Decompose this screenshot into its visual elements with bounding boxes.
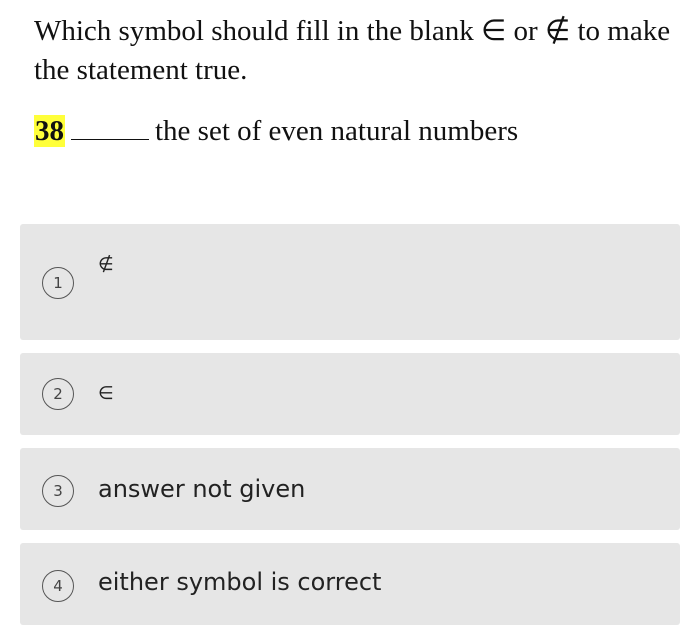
option-label: answer not given	[98, 475, 306, 503]
option-3[interactable]: 3 answer not given	[20, 448, 680, 530]
option-number-circle: 2	[42, 378, 74, 410]
option-label: either symbol is correct	[98, 568, 382, 596]
option-number-circle: 4	[42, 570, 74, 602]
option-label: ∉	[98, 254, 114, 275]
option-4[interactable]: 4 either symbol is correct	[20, 543, 680, 625]
statement-rest: the set of even natural numbers	[155, 115, 519, 147]
blank	[71, 138, 149, 140]
question-prompt: Which symbol should fill in the blank ∈ …	[34, 15, 671, 86]
option-2[interactable]: 2 ∈	[20, 353, 680, 435]
highlighted-number: 38	[34, 115, 65, 147]
option-1[interactable]: 1 ∉	[20, 224, 680, 340]
option-number-circle: 3	[42, 475, 74, 507]
statement: 38 the set of even natural numbers	[34, 115, 518, 148]
option-number-circle: 1	[42, 267, 74, 299]
option-label: ∈	[98, 383, 114, 404]
